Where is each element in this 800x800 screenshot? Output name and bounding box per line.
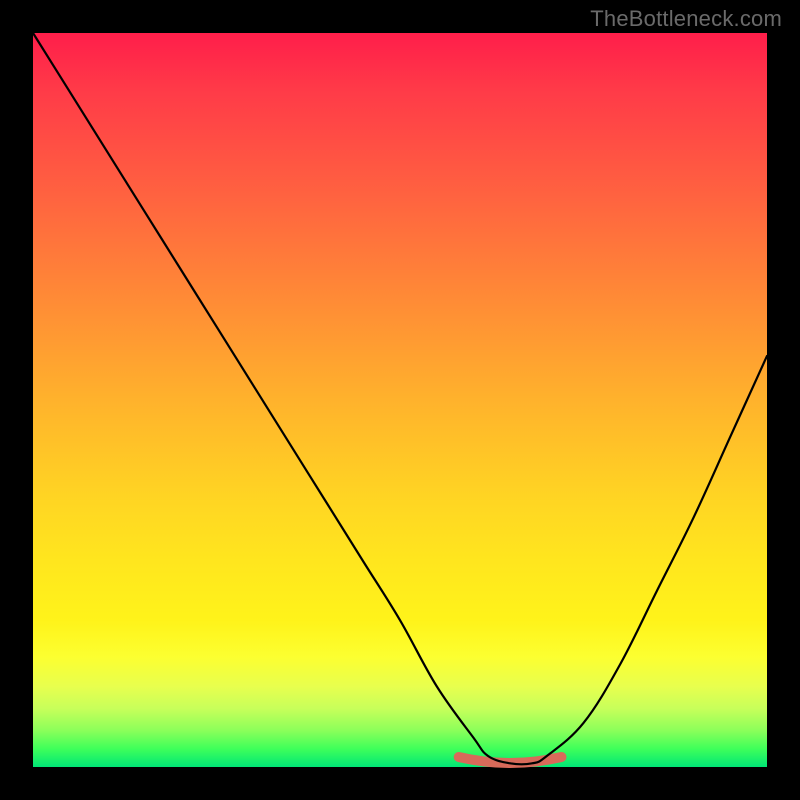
- plot-area: [33, 33, 767, 767]
- watermark-text: TheBottleneck.com: [590, 6, 782, 32]
- chart-frame: TheBottleneck.com: [0, 0, 800, 800]
- curve-svg: [33, 33, 767, 767]
- bottleneck-curve-path: [33, 33, 767, 764]
